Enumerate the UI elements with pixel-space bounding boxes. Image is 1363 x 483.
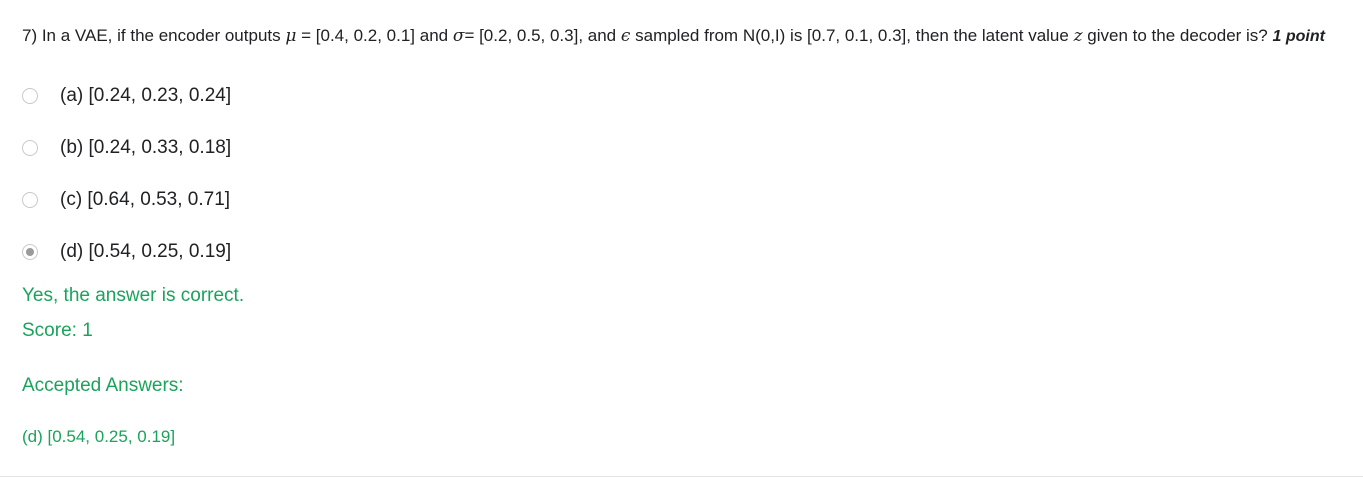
score-text: Score: 1: [22, 320, 93, 341]
question-text: 7) In a VAE, if the encoder outputs μ = …: [22, 24, 1358, 49]
option-a[interactable]: (a) [0.24, 0.23, 0.24]: [22, 70, 231, 122]
option-b-label: (b) [0.24, 0.33, 0.18]: [60, 137, 232, 158]
question-mu-part: = [0.4, 0.2, 0.1] and: [296, 26, 453, 45]
option-c[interactable]: (c) [0.64, 0.53, 0.71]: [22, 174, 231, 226]
radio-button-d-selected[interactable]: [22, 244, 38, 260]
z-symbol: z: [1073, 26, 1083, 46]
question-prefix: 7) In a VAE, if the encoder outputs: [22, 26, 286, 45]
option-c-label: (c) [0.64, 0.53, 0.71]: [60, 189, 231, 210]
question-card: 7) In a VAE, if the encoder outputs μ = …: [0, 0, 1363, 477]
points-label: 1 point: [1272, 28, 1325, 45]
feedback-message: Yes, the answer is correct.: [22, 285, 245, 306]
options-list: (a) [0.24, 0.23, 0.24] (b) [0.24, 0.33, …: [22, 70, 231, 278]
question-eps-part: sampled from N(0,I) is [0.7, 0.1, 0.3], …: [630, 26, 1074, 45]
mu-symbol: μ: [285, 26, 297, 46]
accepted-answer-value: (d) [0.54, 0.25, 0.19]: [22, 427, 176, 446]
epsilon-symbol: ϵ: [620, 26, 631, 46]
question-sigma-part: = [0.2, 0.5, 0.3], and: [464, 26, 621, 45]
option-d[interactable]: (d) [0.54, 0.25, 0.19]: [22, 226, 231, 278]
accepted-answers-title: Accepted Answers:: [22, 375, 184, 396]
option-d-label: (d) [0.54, 0.25, 0.19]: [60, 241, 232, 262]
option-a-label: (a) [0.24, 0.23, 0.24]: [60, 85, 232, 106]
radio-button-c[interactable]: [22, 192, 38, 208]
question-suffix: given to the decoder is?: [1082, 26, 1273, 45]
option-b[interactable]: (b) [0.24, 0.33, 0.18]: [22, 122, 231, 174]
radio-button-b[interactable]: [22, 140, 38, 156]
sigma-symbol: σ: [452, 26, 465, 46]
radio-button-a[interactable]: [22, 88, 38, 104]
